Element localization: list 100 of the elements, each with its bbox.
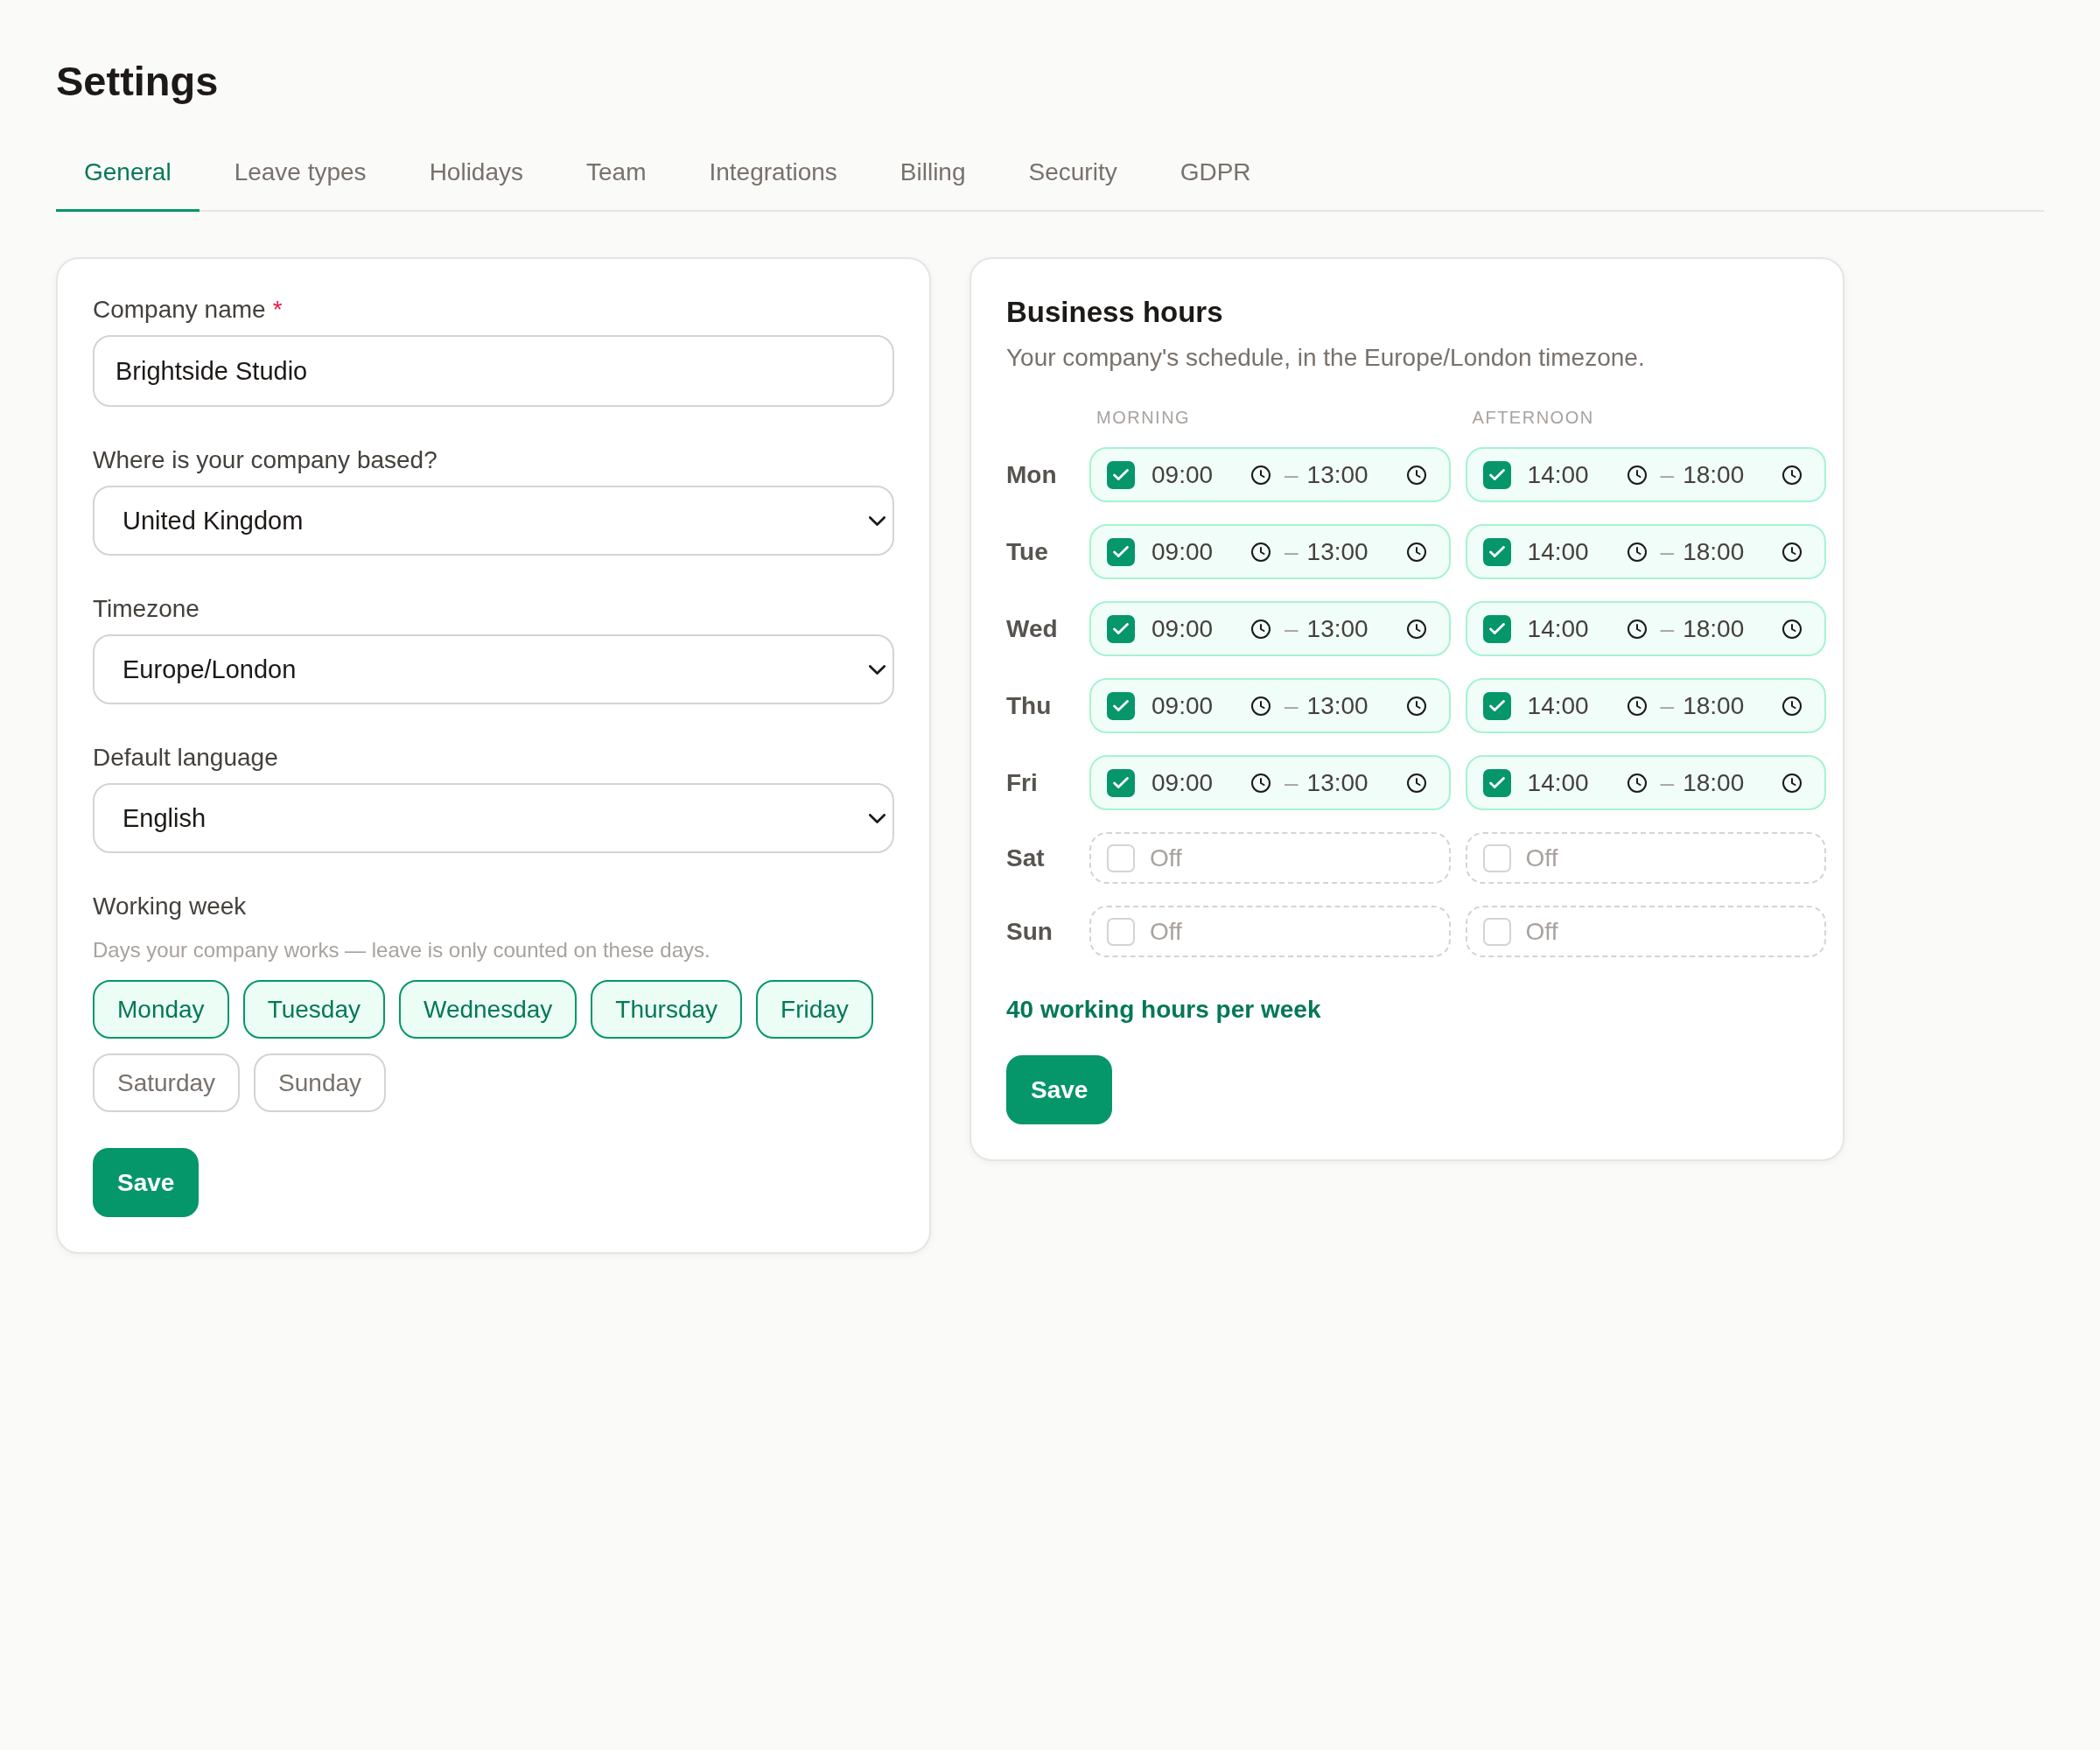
- time-field[interactable]: 13:00: [1306, 691, 1426, 720]
- check-icon: [1488, 469, 1505, 480]
- clock-icon: [1251, 542, 1270, 562]
- checkbox[interactable]: [1107, 460, 1135, 489]
- day-chip[interactable]: Friday: [756, 980, 873, 1039]
- check-icon: [1113, 469, 1129, 480]
- checkbox[interactable]: [1482, 460, 1511, 489]
- save-button[interactable]: Save: [93, 1148, 200, 1217]
- day-chip[interactable]: Sunday: [254, 1054, 387, 1112]
- clock-icon: [1782, 773, 1802, 793]
- dropdown-select[interactable]: Europe/London: [93, 634, 894, 704]
- clock-icon: [1627, 773, 1647, 793]
- chevron-down-icon: [869, 813, 886, 823]
- dropdown-select[interactable]: United Kingdom: [93, 486, 894, 556]
- time-field[interactable]: 18:00: [1683, 460, 1802, 489]
- checkbox[interactable]: [1482, 768, 1511, 797]
- check-icon: [1113, 623, 1129, 634]
- clock-icon: [1251, 696, 1270, 716]
- checkbox[interactable]: [1482, 537, 1511, 566]
- total-hours-text: 40 working hours per week: [1006, 995, 1321, 1025]
- time-field[interactable]: 09:00: [1152, 614, 1270, 643]
- clock-icon: [1406, 465, 1426, 485]
- checkbox[interactable]: [1107, 768, 1135, 797]
- dash-separator: –: [1284, 691, 1298, 720]
- time-field[interactable]: 14:00: [1527, 614, 1647, 643]
- clock-icon: [1251, 619, 1270, 639]
- time-field[interactable]: 09:00: [1152, 691, 1270, 720]
- time-field[interactable]: 14:00: [1527, 460, 1647, 489]
- day-label: Fri: [1006, 768, 1038, 797]
- day-chip[interactable]: Monday: [93, 980, 229, 1039]
- tab[interactable]: GDPR: [1152, 135, 1279, 212]
- section-label: Working week: [93, 892, 247, 921]
- time-field[interactable]: 18:00: [1683, 614, 1802, 643]
- checkbox[interactable]: [1107, 614, 1135, 643]
- tab[interactable]: Billing: [872, 135, 994, 212]
- time-field[interactable]: 09:00: [1152, 460, 1270, 489]
- tab[interactable]: Security: [1000, 135, 1145, 212]
- day-chip[interactable]: Tuesday: [242, 980, 385, 1039]
- column-header: AFTERNOON: [1472, 407, 1594, 428]
- field-label: Company name: [93, 295, 266, 325]
- day-label: Tue: [1006, 537, 1048, 566]
- tab[interactable]: Integrations: [681, 135, 865, 212]
- time-field[interactable]: 14:00: [1527, 768, 1647, 797]
- day-chip[interactable]: Wednesday: [399, 980, 578, 1039]
- time-field[interactable]: 13:00: [1306, 537, 1426, 566]
- time-field[interactable]: 14:00: [1527, 537, 1647, 566]
- clock-icon: [1406, 542, 1426, 562]
- off-label: Off: [1525, 917, 1558, 946]
- day-label: Sun: [1006, 917, 1053, 946]
- dash-separator: –: [1284, 768, 1298, 797]
- dash-separator: –: [1660, 691, 1675, 720]
- clock-icon: [1406, 773, 1426, 793]
- time-field[interactable]: 18:00: [1683, 537, 1802, 566]
- tab[interactable]: Leave types: [206, 135, 395, 212]
- checkbox[interactable]: [1482, 691, 1511, 720]
- clock-icon: [1627, 696, 1647, 716]
- field-label: Default language: [93, 743, 278, 773]
- field-label: Timezone: [93, 594, 200, 624]
- check-icon: [1113, 546, 1129, 557]
- checkbox[interactable]: [1107, 537, 1135, 566]
- chevron-down-icon: [869, 664, 886, 675]
- clock-icon: [1782, 465, 1802, 485]
- column-header: MORNING: [1096, 407, 1191, 428]
- dash-separator: –: [1284, 537, 1298, 566]
- dash-separator: –: [1660, 614, 1675, 643]
- tab[interactable]: Holidays: [401, 135, 551, 212]
- checkbox[interactable]: [1107, 691, 1135, 720]
- off-label: Off: [1150, 917, 1182, 946]
- clock-icon: [1782, 619, 1802, 639]
- checkbox[interactable]: [1482, 614, 1511, 643]
- dash-separator: –: [1660, 768, 1675, 797]
- page-title: Settings: [56, 57, 219, 106]
- day-chip[interactable]: Thursday: [591, 980, 743, 1039]
- tab[interactable]: General: [56, 135, 200, 212]
- clock-icon: [1627, 542, 1647, 562]
- clock-icon: [1251, 465, 1270, 485]
- check-icon: [1113, 700, 1129, 711]
- dash-separator: –: [1284, 614, 1298, 643]
- dash-separator: –: [1660, 460, 1675, 489]
- time-field[interactable]: 09:00: [1152, 768, 1270, 797]
- chevron-down-icon: [869, 515, 886, 526]
- time-field[interactable]: 14:00: [1527, 691, 1647, 720]
- clock-icon: [1406, 696, 1426, 716]
- time-field[interactable]: 13:00: [1306, 614, 1426, 643]
- save-button[interactable]: Save: [1006, 1055, 1113, 1124]
- clock-icon: [1782, 542, 1802, 562]
- clock-icon: [1251, 773, 1270, 793]
- day-chip[interactable]: Saturday: [93, 1054, 241, 1112]
- clock-icon: [1627, 465, 1647, 485]
- time-field[interactable]: 13:00: [1306, 460, 1426, 489]
- dash-separator: –: [1660, 537, 1675, 566]
- text-input[interactable]: Brightside Studio: [93, 335, 894, 407]
- clock-icon: [1782, 696, 1802, 716]
- dropdown-select[interactable]: English: [93, 783, 894, 853]
- time-field[interactable]: 09:00: [1152, 537, 1270, 566]
- time-field[interactable]: 13:00: [1306, 768, 1426, 797]
- check-icon: [1488, 700, 1505, 711]
- tab[interactable]: Team: [558, 135, 675, 212]
- time-field[interactable]: 18:00: [1683, 768, 1802, 797]
- time-field[interactable]: 18:00: [1683, 691, 1802, 720]
